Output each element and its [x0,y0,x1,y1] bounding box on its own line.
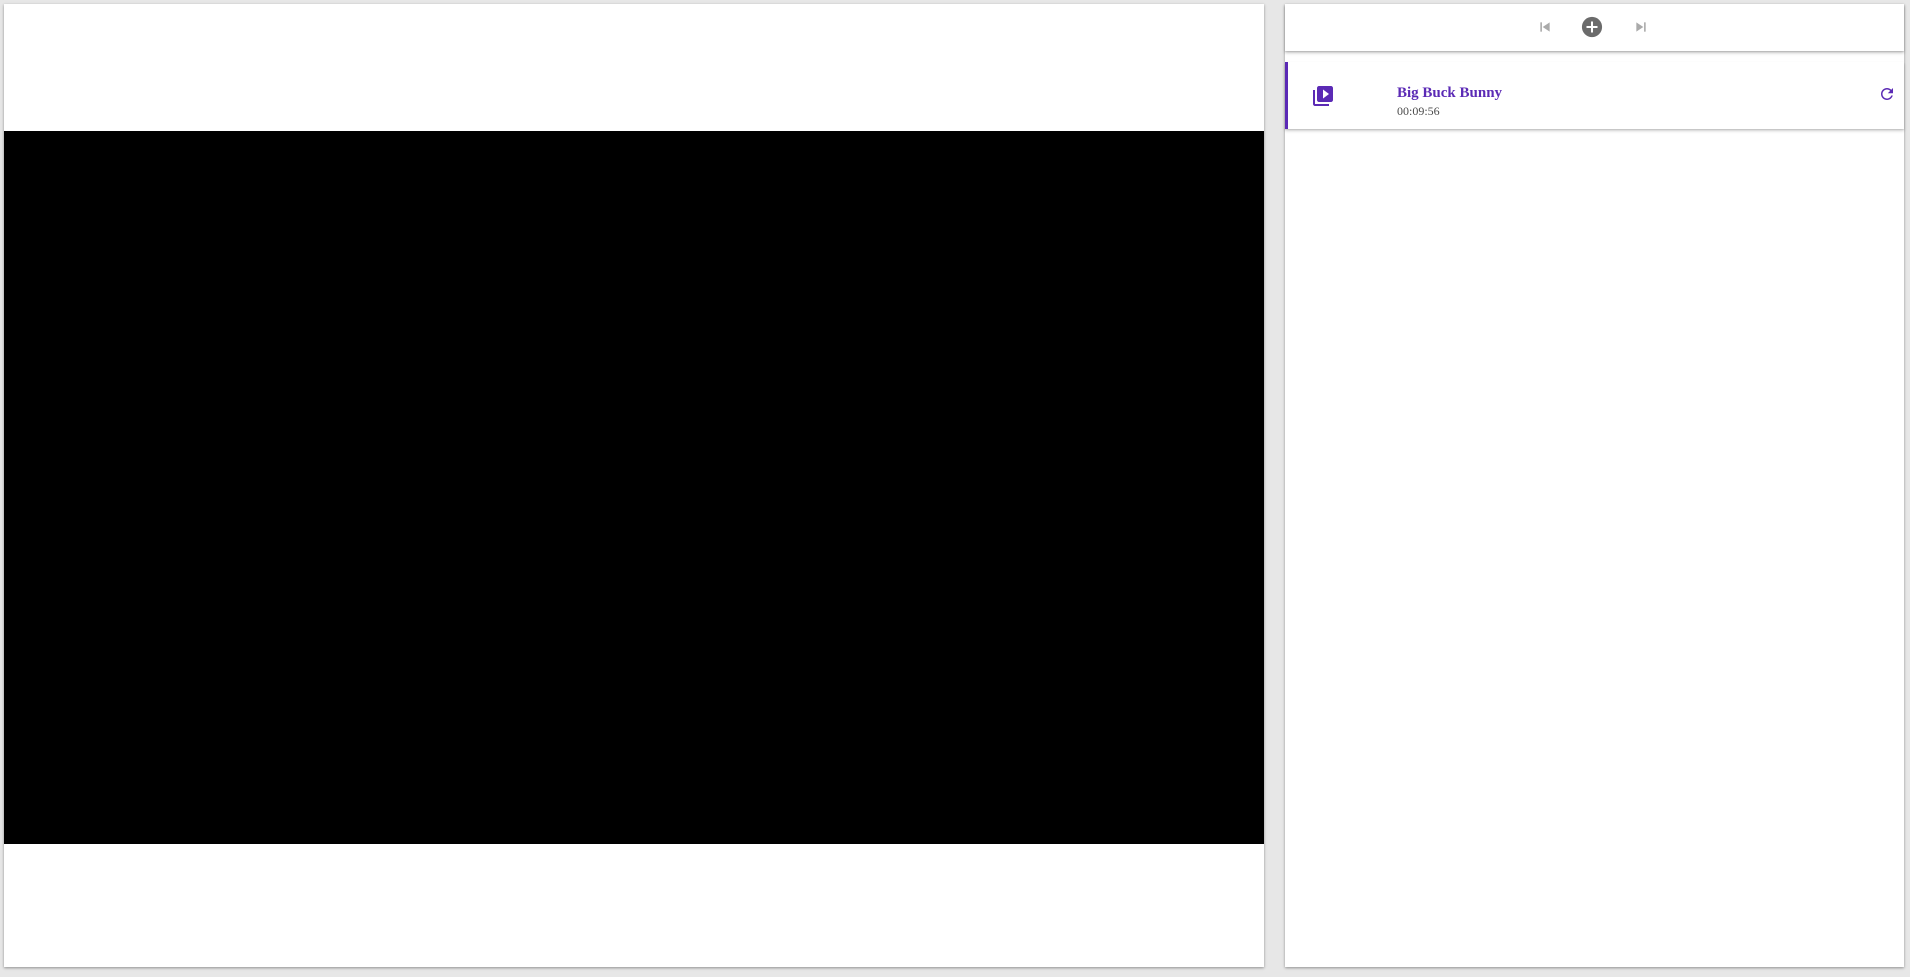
playlist-controls-bar [1285,4,1904,51]
skip-next-icon[interactable] [1630,16,1652,38]
skip-previous-icon[interactable] [1534,16,1556,38]
video-player-card [4,4,1264,967]
playlist-panel [1285,4,1904,967]
playlist-item[interactable]: Big Buck Bunny 00:09:56 [1285,62,1904,129]
playlist-item-duration: 00:09:56 [1397,104,1440,118]
refresh-icon[interactable] [1878,85,1896,103]
video-viewport[interactable] [4,131,1264,844]
playlist-item-title: Big Buck Bunny [1397,85,1503,101]
video-library-icon [1311,84,1335,108]
add-circle-icon[interactable] [1581,16,1603,38]
